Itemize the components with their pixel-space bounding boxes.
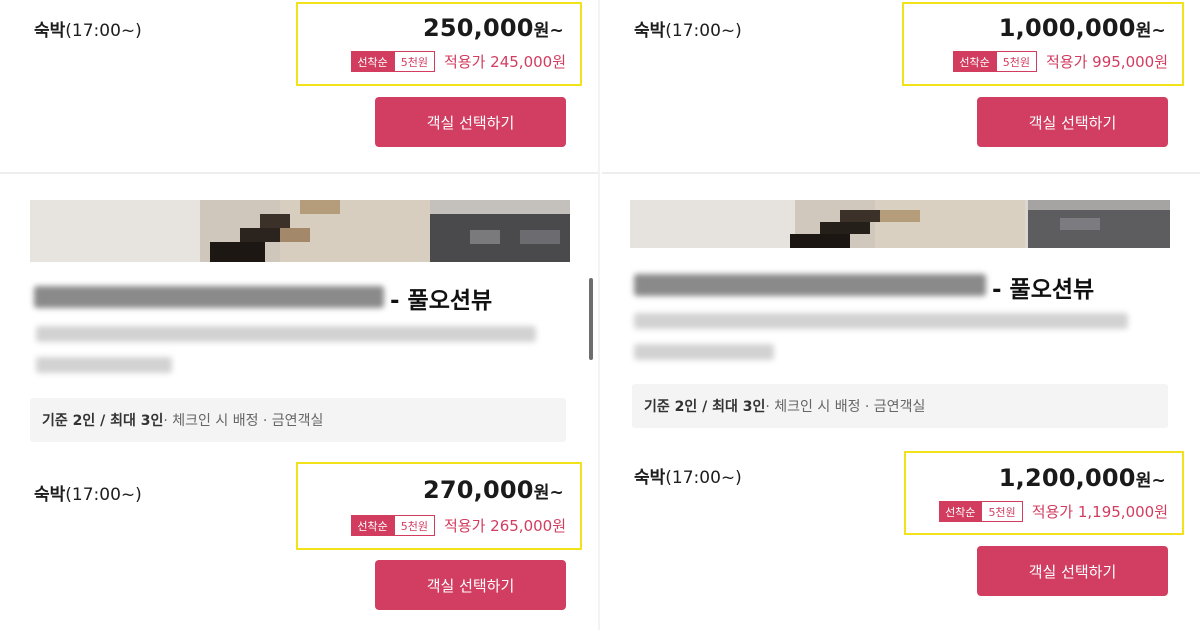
coupon-row: 선착순 5천원 적용가 245,000원 — [351, 51, 566, 72]
coupon-amount-badge: 5천원 — [995, 51, 1037, 72]
first-come-badge: 선착순 — [953, 51, 996, 72]
card-divider — [602, 172, 1200, 174]
coupon-amount-badge: 5천원 — [393, 51, 435, 72]
scrollbar-thumb[interactable] — [589, 278, 593, 360]
stay-type-label: 숙박(17:00~) — [34, 485, 142, 505]
capacity-text: 기준 2인 / 최대 3인 — [644, 399, 766, 415]
coupon-amount-badge: 5천원 — [981, 501, 1023, 522]
applied-price: 적용가 265,000원 — [444, 517, 566, 535]
coupon-row: 선착순 5천원 적용가 995,000원 — [953, 51, 1168, 72]
stay-type-label: 숙박(17:00~) — [34, 21, 142, 41]
room-title-suffix: - 풀오션뷰 — [390, 288, 493, 314]
price-highlight-box: 1,200,000원~ 선착순 5천원 적용가 1,195,000원 — [904, 451, 1184, 535]
select-room-button[interactable]: 객실 선택하기 — [375, 97, 566, 147]
applied-price: 적용가 1,195,000원 — [1031, 503, 1168, 521]
room-options-text: · 체크인 시 배정 · 금연객실 — [163, 413, 324, 429]
room-title-suffix: - 풀오션뷰 — [992, 277, 1095, 303]
select-room-button[interactable]: 객실 선택하기 — [977, 546, 1168, 596]
room-price: 1,200,000원~ — [998, 464, 1166, 492]
room-photo[interactable] — [630, 200, 1170, 248]
first-come-badge: 선착순 — [351, 515, 394, 536]
room-info-bar: 기준 2인 / 최대 3인 · 체크인 시 배정 · 금연객실 — [632, 384, 1168, 428]
applied-price: 적용가 245,000원 — [444, 53, 566, 71]
first-come-badge: 선착순 — [939, 501, 982, 522]
select-room-button[interactable]: 객실 선택하기 — [375, 560, 566, 610]
room-price: 270,000원~ — [422, 476, 564, 504]
coupon-row: 선착순 5천원 적용가 265,000원 — [351, 515, 566, 536]
price-highlight-box: 270,000원~ 선착순 5천원 적용가 265,000원 — [296, 462, 582, 550]
room-info-bar: 기준 2인 / 최대 3인 · 체크인 시 배정 · 금연객실 — [30, 398, 566, 442]
room-price: 250,000원~ — [422, 14, 564, 42]
first-come-badge: 선착순 — [351, 51, 394, 72]
applied-price: 적용가 995,000원 — [1046, 53, 1168, 71]
stay-type-label: 숙박(17:00~) — [634, 468, 742, 488]
right-column: 숙박(17:00~) 1,000,000원~ 선착순 5천원 적용가 995,0… — [600, 0, 1200, 630]
coupon-row: 선착순 5천원 적용가 1,195,000원 — [939, 501, 1168, 522]
card-divider — [0, 172, 598, 174]
capacity-text: 기준 2인 / 최대 3인 — [42, 413, 164, 429]
price-highlight-box: 1,000,000원~ 선착순 5천원 적용가 995,000원 — [902, 2, 1184, 86]
stay-type-label: 숙박(17:00~) — [634, 21, 742, 41]
room-photo[interactable] — [30, 200, 570, 262]
room-options-text: · 체크인 시 배정 · 금연객실 — [765, 399, 926, 415]
select-room-button[interactable]: 객실 선택하기 — [977, 97, 1168, 147]
left-column: 숙박(17:00~) 250,000원~ 선착순 5천원 적용가 245,000… — [0, 0, 600, 630]
price-highlight-box: 250,000원~ 선착순 5천원 적용가 245,000원 — [296, 2, 582, 86]
room-price: 1,000,000원~ — [998, 14, 1166, 42]
coupon-amount-badge: 5천원 — [393, 515, 435, 536]
